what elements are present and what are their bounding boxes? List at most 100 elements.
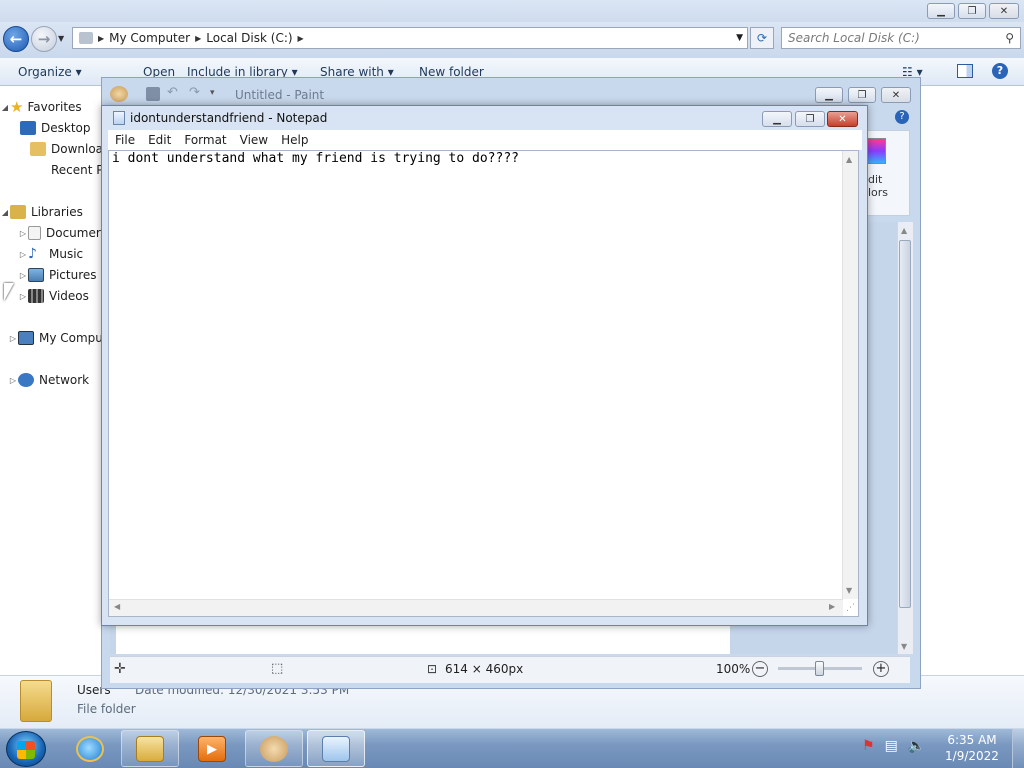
paint-maximize-button[interactable]: ❐ [848,87,876,103]
paint-scroll-up-icon[interactable]: ▲ [901,226,907,235]
menu-file[interactable]: File [115,133,135,147]
edit-colors-label-2[interactable]: lors [868,186,888,199]
refresh-button[interactable]: ⟳ [750,27,774,49]
search-input[interactable]: Search Local Disk (C:) ⚲ [781,27,1021,49]
expand-arrow-icon[interactable]: ▷ [18,292,28,301]
notepad-maximize-button[interactable]: ❐ [795,111,825,127]
notepad-icon [322,735,350,762]
desktop-icon [20,121,36,135]
notepad-scroll-up-icon[interactable]: ▲ [846,155,852,164]
back-button[interactable]: ← [3,26,29,52]
expand-arrow-icon[interactable]: ▷ [8,376,18,385]
paint-canvas[interactable] [116,624,730,654]
paint-save-icon[interactable] [146,87,160,101]
nav-documents[interactable]: ▷ Documer [18,223,101,243]
notepad-scroll-down-icon[interactable]: ▼ [846,586,852,595]
edit-colors-label-1[interactable]: dit [868,173,882,186]
show-desktop-button[interactable] [1012,729,1024,768]
taskbar-internet-explorer[interactable] [61,730,119,767]
nav-pictures[interactable]: ▷ Pictures [18,265,97,285]
videos-icon [28,289,44,303]
menu-edit[interactable]: Edit [148,133,171,147]
paint-minimize-button[interactable]: ▁ [815,87,843,103]
resize-grip-icon[interactable]: ⋰ [846,603,855,613]
nav-desktop[interactable]: Desktop [20,118,91,138]
libraries-icon [10,205,26,219]
explorer-maximize-button[interactable]: ❐ [958,3,986,19]
taskbar-paint[interactable] [245,730,303,767]
paint-help-icon[interactable]: ? [895,110,909,124]
breadcrumb-arrow-icon[interactable]: ▶ [195,34,201,43]
nav-favorites[interactable]: ◢ ★ Favorites [0,97,82,117]
breadcrumb-arrow-icon[interactable]: ▶ [98,34,104,43]
collapse-arrow-icon[interactable]: ◢ [0,208,10,217]
organize-menu[interactable]: Organize ▾ [18,65,82,79]
notepad-minimize-button[interactable]: ▁ [762,111,792,127]
nav-videos[interactable]: ▷ Videos [18,286,89,306]
collapse-arrow-icon[interactable]: ◢ [0,103,10,112]
paint-close-button[interactable]: ✕ [881,87,911,103]
paint-redo-icon[interactable]: ↷ [189,85,200,100]
start-button[interactable] [6,731,46,767]
edit-colors-icon[interactable] [866,138,886,164]
notepad-horizontal-scrollbar[interactable] [109,599,843,616]
notepad-close-button[interactable]: ✕ [827,111,858,127]
expand-arrow-icon[interactable]: ▷ [18,271,28,280]
paint-scroll-down-icon[interactable]: ▼ [901,642,907,651]
zoom-out-button[interactable]: − [752,661,768,677]
explorer-close-button[interactable]: ✕ [989,3,1019,19]
pictures-icon [28,268,44,282]
expand-arrow-icon[interactable]: ▷ [18,229,28,238]
taskbar-clock[interactable]: 6:35 AM 1/9/2022 [936,732,1008,764]
notepad-text-area[interactable] [108,150,859,617]
notepad-scroll-left-icon[interactable]: ◀ [114,602,120,611]
nav-downloads[interactable]: Downloa [30,139,103,159]
breadcrumb-arrow-icon[interactable]: ▶ [298,34,304,43]
preview-pane-icon[interactable] [957,64,973,78]
recent-pages-chevron-icon[interactable]: ▼ [58,34,64,43]
nav-music[interactable]: ▷ ♪ Music [18,244,83,264]
nav-recent-places[interactable]: Recent Pl [30,160,107,180]
media-player-icon: ▶ [198,735,226,762]
taskbar-windows-explorer[interactable] [121,730,179,767]
breadcrumb-local-disk[interactable]: Local Disk (C:) [206,31,292,45]
forward-button[interactable]: → [31,26,57,52]
expand-arrow-icon[interactable]: ▷ [8,334,18,343]
notepad-content[interactable]: i dont understand what my friend is tryi… [112,151,519,166]
documents-icon [28,226,41,240]
notepad-scroll-right-icon[interactable]: ▶ [829,602,835,611]
nav-network[interactable]: ▷ Network [8,370,89,390]
paint-scroll-thumb[interactable] [899,240,911,608]
taskbar-media-player[interactable]: ▶ [183,730,241,767]
zoom-slider-thumb[interactable] [815,661,824,676]
search-placeholder: Search Local Disk (C:) [788,31,920,45]
windows-logo-icon [17,741,35,759]
expand-arrow-icon[interactable]: ▷ [18,250,28,259]
menu-help[interactable]: Help [281,133,308,147]
quick-access-dropdown-icon[interactable]: ▾ [210,88,215,98]
star-icon: ★ [10,98,24,116]
action-center-icon[interactable]: ⚑ [862,738,875,754]
menu-view[interactable]: View [240,133,268,147]
clock-date: 1/9/2022 [945,749,999,763]
paint-undo-icon[interactable]: ↶ [167,85,178,100]
explorer-title-bar[interactable] [0,0,1024,22]
taskbar-notepad[interactable] [307,730,365,767]
zoom-level: 100% [716,662,751,676]
selection-size-icon: ⬚ [271,661,284,676]
paint-title: Untitled - Paint [235,88,325,102]
explorer-minimize-button[interactable]: ▁ [927,3,955,19]
help-icon[interactable]: ? [992,63,1008,79]
nav-libraries[interactable]: ◢ Libraries [0,202,83,222]
menu-format[interactable]: Format [184,133,226,147]
address-dropdown-icon[interactable]: ▼ [736,33,743,43]
notepad-vertical-scrollbar[interactable] [842,151,858,599]
refresh-icon: ⟳ [756,31,768,45]
search-icon[interactable]: ⚲ [1005,31,1014,45]
address-bar[interactable]: ▶ My Computer ▶ Local Disk (C:) ▶ ▼ [72,27,748,49]
volume-icon[interactable]: 🔈 [908,738,925,754]
nav-my-computer[interactable]: ▷ My Compu [8,328,103,348]
network-status-icon[interactable]: ▤ [885,738,898,754]
zoom-in-button[interactable]: + [873,661,889,677]
breadcrumb-my-computer[interactable]: My Computer [109,31,190,45]
